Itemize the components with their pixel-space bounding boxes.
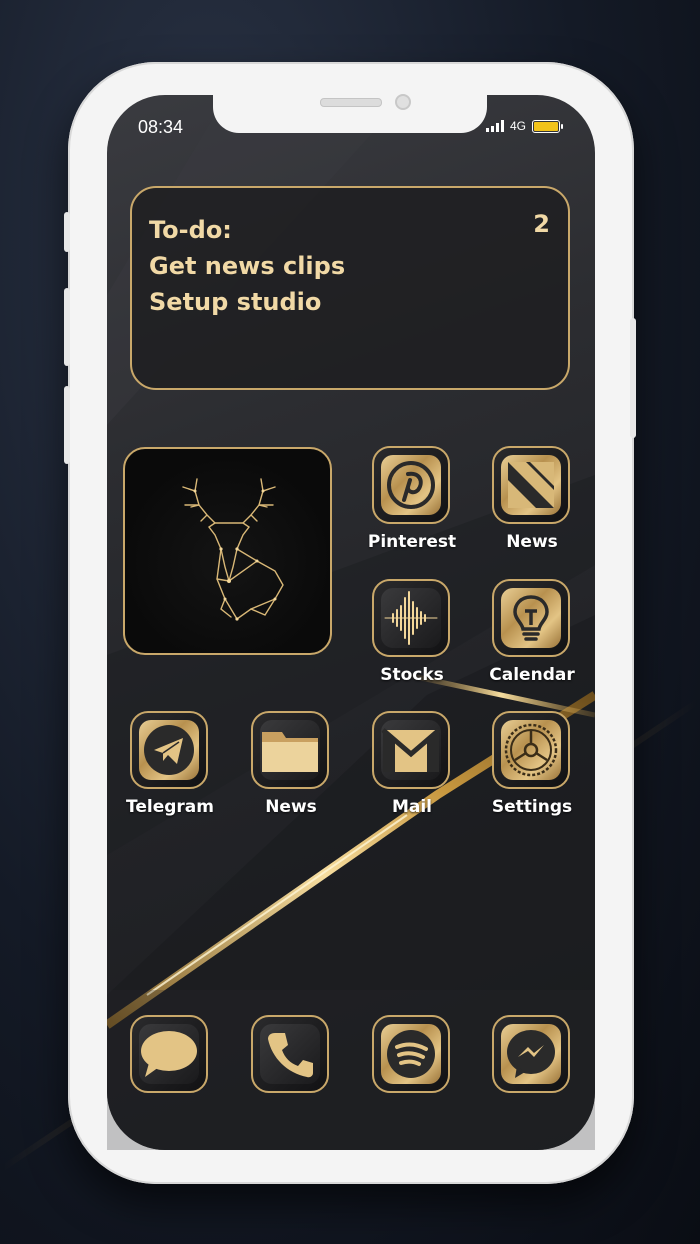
messenger-icon [501, 1024, 561, 1084]
app-label: Telegram [126, 797, 214, 817]
todo-title: To-do: [149, 216, 232, 244]
gear-icon [501, 720, 561, 780]
lightbulb-icon [501, 588, 561, 648]
phone-icon [260, 1024, 320, 1084]
todo-widget[interactable]: To-do: Get news clips Setup studio 2 [130, 186, 570, 390]
deer-icon [182, 478, 284, 621]
message-bubble-icon [139, 1024, 199, 1084]
mute-switch [64, 212, 70, 252]
pinterest-icon [381, 455, 441, 515]
app-icon-frame [372, 446, 450, 524]
app-icon-frame [372, 579, 450, 657]
app-icon-frame [251, 711, 329, 789]
signal-icon [486, 120, 504, 132]
app-files-news[interactable]: News [251, 711, 331, 817]
todo-item: Get news clips [149, 252, 346, 280]
todo-item: Setup studio [149, 288, 322, 316]
soundwave-icon [381, 588, 441, 648]
dock-messenger[interactable] [492, 1015, 572, 1093]
app-settings[interactable]: Settings [492, 711, 572, 817]
app-icon-frame [492, 1015, 570, 1093]
envelope-icon [381, 720, 441, 780]
app-label: Stocks [380, 665, 444, 685]
front-camera [395, 94, 411, 110]
volume-down-button [64, 386, 70, 464]
app-icon-frame [492, 711, 570, 789]
battery-icon [532, 119, 564, 133]
app-icon-frame [372, 1015, 450, 1093]
app-mail[interactable]: Mail [372, 711, 452, 817]
app-pinterest[interactable]: Pinterest [368, 446, 456, 552]
power-button [630, 318, 636, 438]
folder-icon [260, 720, 320, 780]
app-icon-frame [130, 711, 208, 789]
news-icon [501, 455, 561, 515]
app-telegram[interactable]: Telegram [126, 711, 214, 817]
battery-fill [534, 121, 559, 131]
network-label: 4G [510, 119, 527, 133]
app-calendar[interactable]: Calendar [489, 579, 575, 685]
app-label: News [265, 797, 317, 817]
todo-count: 2 [533, 210, 550, 238]
spotify-icon [381, 1024, 441, 1084]
app-label: News [506, 532, 558, 552]
app-label: Settings [491, 797, 573, 817]
status-indicators: 4G [486, 119, 564, 133]
app-icon-frame [372, 711, 450, 789]
app-icon-frame [492, 579, 570, 657]
photo-widget[interactable] [123, 447, 332, 655]
app-stocks[interactable]: Stocks [372, 579, 452, 685]
speaker-grille [320, 98, 382, 107]
dock-messages[interactable] [130, 1015, 210, 1093]
status-time: 08:34 [138, 117, 184, 137]
app-icon-frame [130, 1015, 208, 1093]
paper-plane-icon [139, 720, 199, 780]
app-icon-frame [251, 1015, 329, 1093]
app-label: Pinterest [367, 532, 457, 552]
app-label: Mail [391, 797, 433, 817]
app-news[interactable]: News [492, 446, 572, 552]
dock-phone[interactable] [251, 1015, 331, 1093]
app-label: Calendar [489, 665, 575, 685]
volume-up-button [64, 288, 70, 366]
app-icon-frame [492, 446, 570, 524]
dock-spotify[interactable] [372, 1015, 452, 1093]
